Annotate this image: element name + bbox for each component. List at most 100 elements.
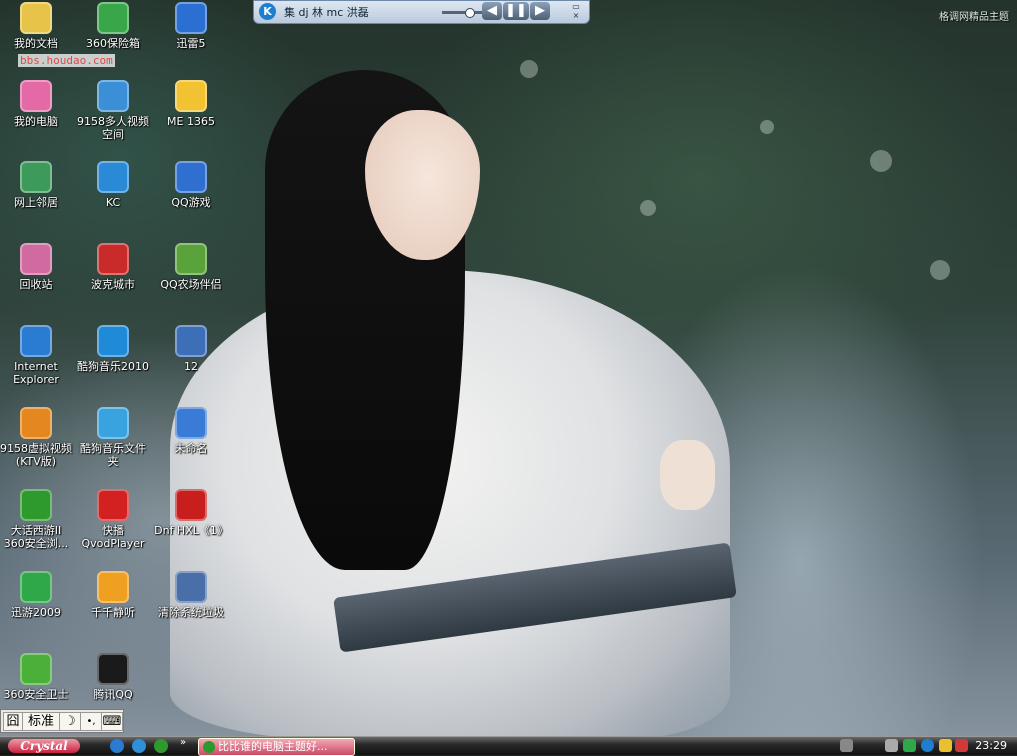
ime-moon-icon[interactable]: ☽ [59, 712, 81, 731]
desktop-icon-label: 9158多人视频 空间 [77, 115, 149, 141]
network-icon [20, 161, 52, 193]
next-button[interactable]: ▶ [530, 2, 550, 20]
taskbar-window-button[interactable]: 比比谁的电脑主题好... [198, 738, 355, 756]
safe-icon [97, 2, 129, 34]
desktop-icon[interactable]: ME 1365 [152, 80, 230, 128]
tray-kugou-icon[interactable] [921, 739, 934, 752]
desktop-icon-label: Dnf HXL《1》 [154, 524, 228, 537]
desktop-icon[interactable]: 9158虚拟视频 (KTV版) [0, 407, 75, 468]
prev-button[interactable]: ◀ [482, 2, 502, 20]
kugou-mini-player[interactable]: K 集 dj 林 mc 洪磊 ◀ ❚❚ ▶ ▭ × [253, 0, 590, 24]
ime-keyboard-icon[interactable]: ⌨ [101, 712, 123, 731]
folder-doc-icon [20, 2, 52, 34]
task-label: 比比谁的电脑主题好... [218, 740, 328, 753]
desktop-icon[interactable]: 清除系统垃圾 [152, 571, 230, 619]
desktop-icon-label: 千千静听 [91, 606, 135, 619]
desktop-icon[interactable]: 酷狗音乐文件 夹 [74, 407, 152, 468]
bokeh-light [760, 120, 774, 134]
desktop-icon-label: 我的电脑 [14, 115, 58, 128]
ime-toolbar[interactable]: 囧 标准 ☽ •, ⌨ [0, 709, 124, 733]
qq-farm-icon [175, 243, 207, 275]
tray-360-icon[interactable] [903, 739, 916, 752]
desktop-icon-label: 回收站 [19, 278, 53, 291]
desktop-icon[interactable]: 千千静听 [74, 571, 152, 619]
desktop-icon[interactable]: 酷狗音乐2010 [74, 325, 152, 373]
crossfire-icon [175, 489, 207, 521]
shield-icon [20, 653, 52, 685]
desktop-icon-label: 大话西游II 360安全浏... [3, 524, 69, 550]
tray-network-icon[interactable] [840, 739, 853, 752]
desktop-icon[interactable]: 迅雷5 [152, 2, 230, 50]
clock: 23:29 [975, 739, 1007, 752]
desktop-icon-label: 9158虚拟视频 (KTV版) [0, 442, 72, 468]
desktop-icon-label: 未命名 [174, 442, 208, 455]
desktop-icon-label: 腾讯QQ [93, 688, 133, 701]
desktop-icon[interactable]: 未命名 [152, 407, 230, 455]
desktop-icon[interactable]: Internet Explorer [0, 325, 75, 386]
bokeh-light [870, 150, 892, 172]
desktop-icon[interactable]: 快播 QvodPlayer [74, 489, 152, 550]
desktop-icon[interactable]: 回收站 [0, 243, 75, 291]
xunyou-icon [20, 571, 52, 603]
qq-game-icon [175, 161, 207, 193]
quicklaunch-more-icon[interactable]: » [180, 737, 186, 748]
poker-city-icon [97, 243, 129, 275]
desktop-icon-label: QQ游戏 [171, 196, 211, 209]
desktop-icon[interactable]: 波克城市 [74, 243, 152, 291]
desktop-icon-label: 我的文档 [14, 37, 58, 50]
desktop-icon[interactable]: 360保险箱 [74, 2, 152, 50]
desktop-icon-label: 清除系统垃圾 [158, 606, 224, 619]
ie-icon [20, 325, 52, 357]
desktop-icon[interactable]: 迅游2009 [0, 571, 75, 619]
ime-mode[interactable]: 标准 [22, 712, 60, 731]
desktop-icon[interactable]: 网上邻居 [0, 161, 75, 209]
desktop-icon[interactable]: KC [74, 161, 152, 209]
desktop-icon-label: KC [105, 196, 121, 209]
desktop-icon[interactable]: 我的文档 [0, 2, 75, 50]
desktop-icon-label: 迅雷5 [176, 37, 206, 50]
image-file-icon [175, 325, 207, 357]
desktop-icon-label: 波克城市 [91, 278, 135, 291]
desktop-icon-label: 360安全卫士 [3, 688, 69, 701]
desktop-icon-label: 酷狗音乐文件 夹 [80, 442, 146, 468]
quicklaunch-360-icon[interactable] [154, 739, 168, 753]
cleanup-icon [175, 571, 207, 603]
quicklaunch-browser-icon[interactable] [132, 739, 146, 753]
desktop-icon-label: 360保险箱 [86, 37, 140, 50]
virtual-video-icon [20, 407, 52, 439]
tray-qq-icon[interactable] [939, 739, 952, 752]
folder-icon [175, 80, 207, 112]
desktop-icon-label: Internet Explorer [13, 360, 59, 386]
desktop-icon[interactable]: Dnf HXL《1》 [152, 489, 230, 537]
qq-icon [97, 653, 129, 685]
desktop-icon[interactable]: 我的电脑 [0, 80, 75, 128]
desktop-icon[interactable]: 腾讯QQ [74, 653, 152, 701]
woman-hand [660, 440, 715, 510]
ime-punct-icon[interactable]: •, [80, 712, 102, 731]
browser-360-icon [203, 741, 215, 753]
theme-title: 格调网精品主题 [939, 12, 1009, 23]
desktop-icon-label: 网上邻居 [14, 196, 58, 209]
desktop-icon[interactable]: 大话西游II 360安全浏... [0, 489, 75, 550]
thunder-icon [175, 2, 207, 34]
desktop-icon[interactable]: QQ农场伴侣 [152, 243, 230, 291]
desktop-icon-label: 12 [184, 360, 198, 373]
bokeh-light [640, 200, 656, 216]
video-chat-icon [97, 80, 129, 112]
desktop-icon[interactable]: 9158多人视频 空间 [74, 80, 152, 141]
ime-logo-icon[interactable]: 囧 [3, 712, 23, 731]
desktop-icon[interactable]: QQ游戏 [152, 161, 230, 209]
player-window-controls[interactable]: ▭ × [566, 2, 586, 20]
quicklaunch-ie-icon[interactable] [110, 739, 124, 753]
pause-button[interactable]: ❚❚ [503, 2, 529, 20]
kugou-logo-icon[interactable]: K [259, 3, 276, 20]
tray-qq2-icon[interactable] [955, 739, 968, 752]
volume-knob[interactable] [465, 8, 475, 18]
desktop-icon[interactable]: 12 [152, 325, 230, 373]
desktop-icon[interactable]: 360安全卫士 [0, 653, 75, 701]
unnamed-file-icon [175, 407, 207, 439]
ttplayer-icon [97, 571, 129, 603]
kugou-folder-icon [97, 407, 129, 439]
start-button[interactable]: Crystal [8, 739, 80, 753]
tray-tool-icon[interactable] [885, 739, 898, 752]
